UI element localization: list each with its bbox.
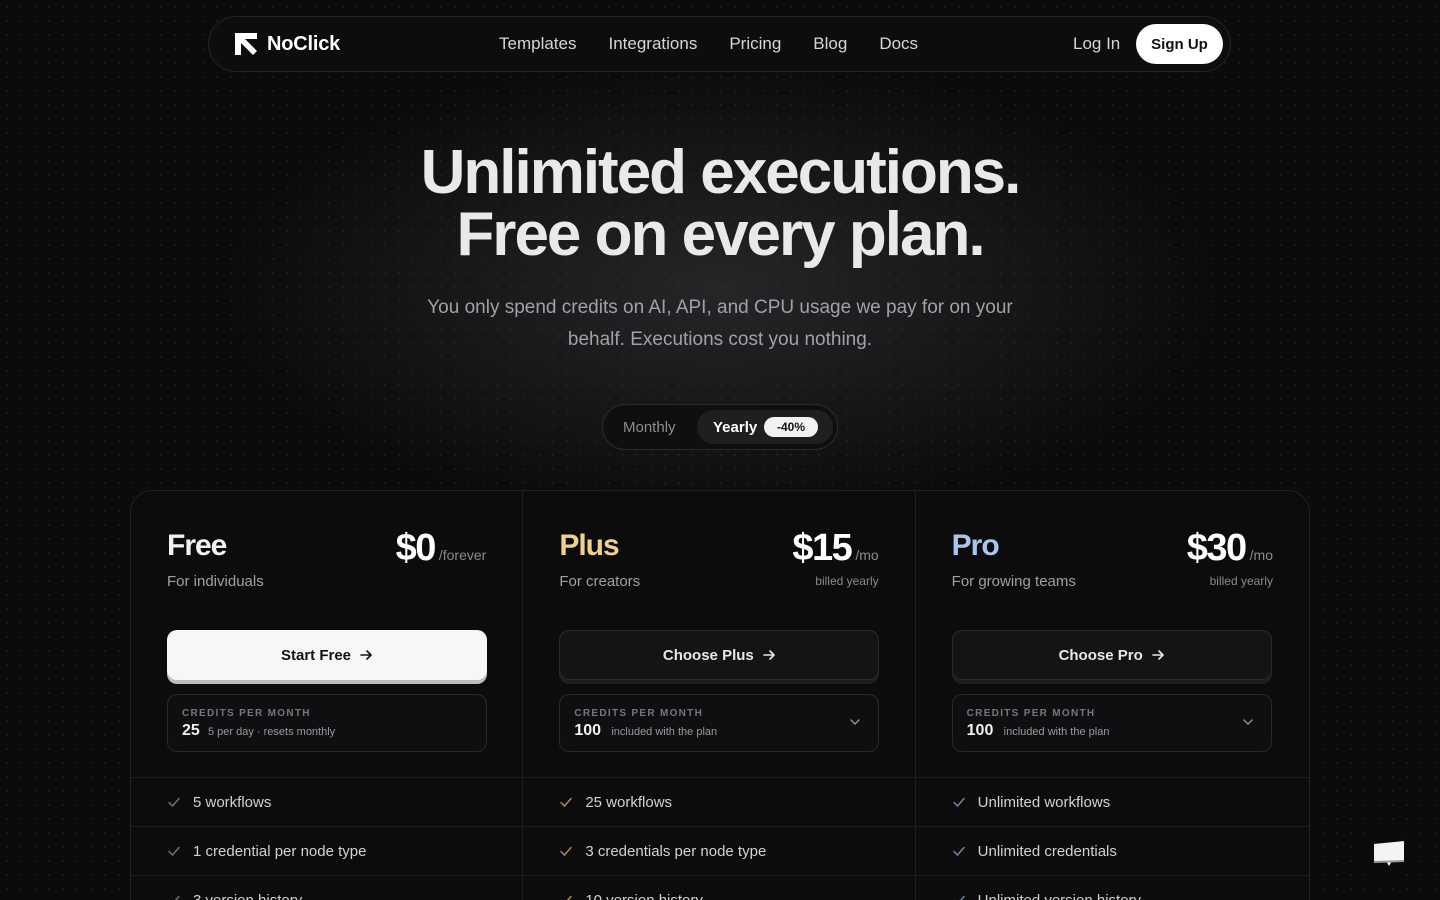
- feature-item: 10 version history: [523, 875, 915, 900]
- price-period: /mo: [855, 547, 879, 563]
- billing-note: billed yearly: [1209, 574, 1273, 588]
- feature-list: 5 workflows 1 credential per node type 3…: [131, 777, 523, 900]
- plan-price: $0 /forever: [396, 527, 487, 570]
- start-free-button[interactable]: Start Free: [167, 630, 487, 680]
- check-icon: [953, 895, 965, 900]
- billing-note: billed yearly: [815, 574, 879, 588]
- feature-item: Unlimited version history: [915, 875, 1309, 900]
- credits-caption: CREDITS PER MONTH: [182, 708, 311, 719]
- nav-links: Templates Integrations Pricing Blog Docs: [499, 34, 918, 54]
- plan-tagline: For creators: [559, 573, 641, 590]
- check-icon: [168, 846, 180, 857]
- pricing-table: Free For individuals $0 /forever Start F…: [130, 490, 1310, 900]
- arrow-right-icon: [762, 650, 775, 660]
- plan-name: Plus: [559, 529, 619, 562]
- arrow-right-icon: [1151, 650, 1164, 660]
- price-amount: $15: [792, 527, 852, 569]
- price-amount: $0: [395, 527, 437, 569]
- chat-bubble-icon: [1374, 841, 1404, 866]
- nav-link-templates[interactable]: Templates: [499, 34, 576, 54]
- check-icon: [952, 846, 965, 857]
- plan-free: Free For individuals $0 /forever Start F…: [131, 491, 524, 900]
- check-icon: [560, 797, 573, 808]
- plan-name: Free: [167, 529, 227, 562]
- check-icon: [168, 797, 180, 808]
- plan-plus: Plus For creators $15 /mo billed yearly …: [523, 491, 916, 900]
- plan-pro: Pro For growing teams $30 /mo billed yea…: [915, 491, 1309, 900]
- feature-item: 1 credential per node type: [131, 826, 523, 875]
- top-navbar: NoClick Templates Integrations Pricing B…: [208, 16, 1231, 72]
- brand-name: NoClick: [267, 32, 341, 55]
- choose-plus-button[interactable]: Choose Plus: [559, 630, 880, 680]
- background-glow: [220, 60, 1220, 520]
- price-amount: $30: [1186, 527, 1247, 569]
- feature-item: 25 workflows: [523, 777, 915, 826]
- hero-title: Unlimited executions. Free on every plan…: [0, 142, 1440, 266]
- feature-text: 5 workflows: [193, 793, 272, 811]
- plan-tagline: For growing teams: [951, 573, 1076, 590]
- credits-note: included with the plan: [611, 726, 718, 738]
- chevron-down-icon: [1242, 719, 1253, 726]
- credits-box: CREDITS PER MONTH 25 5 per day · resets …: [167, 694, 487, 752]
- noclick-logo-icon: [235, 33, 257, 55]
- feature-text: 25 workflows: [585, 793, 673, 811]
- nav-link-pricing[interactable]: Pricing: [729, 34, 781, 54]
- credits-dropdown[interactable]: CREDITS PER MONTH 100 included with the …: [559, 694, 880, 752]
- billing-toggle: Monthly Yearly -40%: [602, 404, 838, 450]
- feature-text: 3 version history: [193, 891, 303, 900]
- credits-amount: 100: [966, 722, 994, 739]
- feature-text: Unlimited version history: [977, 891, 1142, 900]
- brand-logo-link[interactable]: NoClick: [233, 31, 340, 57]
- credits-amount: 100: [574, 722, 602, 739]
- plan-tagline: For individuals: [167, 573, 264, 590]
- chevron-down-icon: [850, 719, 861, 726]
- signup-button[interactable]: Sign Up: [1136, 24, 1223, 64]
- feature-list: 25 workflows 3 credentials per node type…: [523, 777, 915, 900]
- cta-label: Start Free: [280, 646, 352, 664]
- check-icon: [952, 797, 965, 808]
- credits-dropdown[interactable]: CREDITS PER MONTH 100 included with the …: [951, 694, 1272, 752]
- hero-title-line2: Free on every plan.: [456, 200, 985, 269]
- feature-list: Unlimited workflows Unlimited credential…: [915, 777, 1309, 900]
- plan-price: $30 /mo: [1187, 527, 1273, 570]
- choose-pro-button[interactable]: Choose Pro: [951, 630, 1272, 680]
- hero-title-line1: Unlimited executions.: [420, 138, 1022, 207]
- cta-label: Choose Plus: [662, 646, 754, 664]
- feature-text: 1 credential per node type: [193, 842, 367, 860]
- feature-item: 3 version history: [131, 875, 523, 900]
- toggle-monthly[interactable]: Monthly: [623, 419, 676, 436]
- hero-subtitle: You only spend credits on AI, API, and C…: [427, 297, 1013, 350]
- nav-link-docs[interactable]: Docs: [879, 34, 918, 54]
- feature-text: Unlimited workflows: [977, 793, 1111, 811]
- feature-item: 5 workflows: [131, 777, 523, 826]
- feature-item: Unlimited workflows: [915, 777, 1309, 826]
- plan-name: Pro: [951, 529, 1000, 562]
- feature-item: 3 credentials per node type: [523, 826, 915, 875]
- credits-amount: 25: [182, 722, 200, 739]
- check-icon: [168, 895, 180, 900]
- feature-text: 10 version history: [585, 891, 703, 900]
- toggle-yearly-label: Yearly: [713, 419, 758, 436]
- check-icon: [560, 895, 573, 900]
- plan-price: $15 /mo: [792, 527, 878, 570]
- toggle-yearly[interactable]: Yearly -40%: [697, 410, 833, 444]
- credits-caption: CREDITS PER MONTH: [574, 708, 704, 719]
- credits-note: included with the plan: [1003, 726, 1110, 738]
- feature-item: Unlimited credentials: [915, 826, 1309, 875]
- check-icon: [560, 846, 573, 857]
- login-link[interactable]: Log In: [1073, 34, 1120, 54]
- price-period: /mo: [1249, 547, 1273, 563]
- arrow-right-icon: [360, 650, 372, 660]
- nav-link-blog[interactable]: Blog: [813, 34, 847, 54]
- credits-caption: CREDITS PER MONTH: [966, 708, 1096, 719]
- credits-note: 5 per day · resets monthly: [208, 726, 336, 738]
- feature-text: 3 credentials per node type: [585, 842, 767, 860]
- price-period: /forever: [438, 547, 487, 563]
- chat-widget-button[interactable]: [1362, 826, 1416, 880]
- cta-label: Choose Pro: [1058, 646, 1143, 664]
- discount-badge: -40%: [764, 417, 818, 437]
- nav-link-integrations[interactable]: Integrations: [608, 34, 697, 54]
- feature-text: Unlimited credentials: [977, 842, 1117, 860]
